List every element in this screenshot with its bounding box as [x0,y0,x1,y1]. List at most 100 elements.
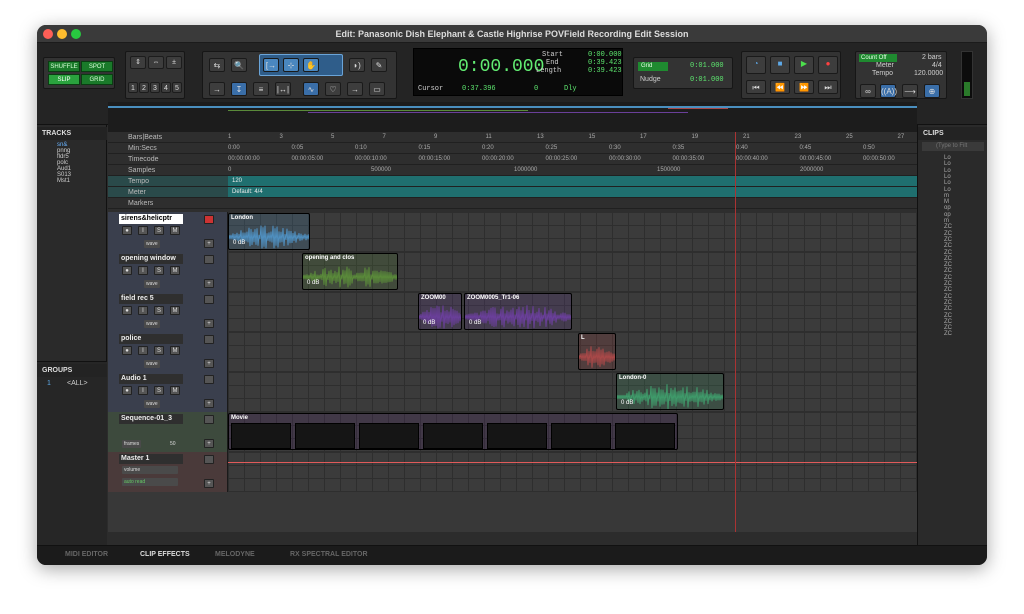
track-record-icon[interactable] [204,455,214,464]
grabber-tool-icon[interactable]: ✋ [303,58,319,72]
track-record-icon[interactable] [204,335,214,344]
link-timeline-icon[interactable]: → [209,82,225,96]
nudge-label[interactable]: Nudge [640,76,661,83]
track-name[interactable]: police [119,334,183,344]
scrubber-tool-icon[interactable]: ◗) [349,58,365,72]
track-view-selector[interactable]: frames [122,440,142,448]
track-view-selector[interactable]: wave [144,240,160,248]
master-volume-line[interactable] [228,462,917,463]
clip-list-item[interactable]: ZC [944,325,952,331]
count-off-label[interactable]: Count Off [859,54,897,62]
rewind-icon[interactable]: ⏪ [770,80,790,94]
bottom-tab[interactable]: RX SPECTRAL EDITOR [290,551,368,558]
mute-button[interactable]: M [170,266,180,275]
audio-clip[interactable]: ZOOM00 0 dB [418,293,462,330]
zoomer-tool-icon[interactable]: 🔍 [231,58,247,72]
play-icon[interactable]: ▶ [794,56,814,74]
zoom-horizontal-button[interactable]: ⇔ [148,56,164,69]
main-counter-value[interactable]: 0:00.000 [458,57,544,77]
link-selection-icon[interactable]: ♡ [325,82,341,96]
clip-list-item[interactable]: ZC [944,237,952,243]
clip-list-item[interactable]: Lo [944,180,951,186]
clip-list-item[interactable]: ZC [944,243,952,249]
loop-icon[interactable]: ∞ [860,84,876,98]
add-track-icon[interactable]: + [204,359,214,368]
clip-list-item[interactable]: op [944,212,951,218]
mute-button[interactable]: M [170,306,180,315]
track-list-item[interactable]: Mst1 [57,178,70,184]
track-name[interactable]: field rec 5 [119,294,183,304]
solo-button[interactable]: S [154,226,164,235]
track-lane[interactable]: London 0 dB [228,212,917,252]
track-record-icon[interactable] [204,375,214,384]
midi-merge-icon[interactable]: ⊕ [924,84,940,98]
add-track-icon[interactable]: + [204,479,214,488]
grid-label[interactable]: Grid [638,62,668,71]
audio-clip[interactable]: opening and clos 0 dB [302,253,398,290]
track-lane[interactable]: Movie [228,412,917,452]
meter-marker[interactable]: Default: 4/4 [232,187,263,198]
automation-follows-icon[interactable]: ∿ [303,82,319,96]
record-enable-button[interactable]: ● [122,386,132,395]
return-to-zero-icon[interactable]: ⏮ [746,80,766,94]
track-name[interactable]: Sequence-01_3 [119,414,183,424]
grid-value[interactable]: 0:01.000 [690,62,724,70]
solo-button[interactable]: S [154,386,164,395]
zoom-preset-button[interactable]: 5 [172,82,182,93]
clip-list-item[interactable]: ZC [944,294,952,300]
universe-overview[interactable] [108,102,917,132]
mute-button[interactable]: M [170,226,180,235]
bottom-tab[interactable]: MELODYNE [215,551,255,558]
clip-gain-value[interactable]: 0 dB [307,280,319,286]
input-monitor-button[interactable]: I [138,226,148,235]
clip-list-item[interactable]: ZC [944,250,952,256]
online-icon[interactable]: ◔ [746,56,766,74]
clip-list-item[interactable]: ZC [944,319,952,325]
input-monitor-button[interactable]: I [138,266,148,275]
clip-list-item[interactable]: ZC [944,287,952,293]
clip-list-item[interactable]: ZC [944,306,952,312]
clip-list-item[interactable]: Lo [944,161,951,167]
track-name[interactable]: sirens&helicptr [119,214,183,224]
go-to-end-icon[interactable]: ⏭ [818,80,838,94]
clip-list-item[interactable]: ZC [944,224,952,230]
playhead-line[interactable] [735,132,736,532]
mirror-midi-icon[interactable]: |↔| [275,82,291,96]
clip-list-item[interactable]: m [944,193,949,199]
audio-clip[interactable]: ZOOM0005_Tr1-06 0 dB [464,293,572,330]
clip-gain-value[interactable]: 0 dB [621,400,633,406]
track-record-icon[interactable] [204,295,214,304]
nudge-value[interactable]: 0:01.000 [690,76,724,84]
track-name[interactable]: Audio 1 [119,374,183,384]
clip-list-item[interactable]: ZC [944,331,952,337]
record-enable-button[interactable]: ● [122,306,132,315]
click-icon[interactable]: ((A)) [880,84,897,98]
zoom-preset-button[interactable]: 4 [161,82,171,93]
tab-to-transients-icon[interactable]: ≡ [253,82,269,96]
track-lane[interactable]: opening and clos 0 dB [228,252,917,292]
clips-panel-header[interactable]: CLIPS [918,127,987,140]
clip-gain-value[interactable]: 0 dB [423,320,435,326]
group-all-item[interactable]: <ALL> [67,380,88,387]
grab-tool-icon[interactable]: ⇆ [209,58,225,72]
record-enable-button[interactable]: ● [122,226,132,235]
trim-tool-icon[interactable]: [→ [263,58,279,72]
clip-list-item[interactable]: Lo [944,174,951,180]
add-track-icon[interactable]: + [204,319,214,328]
clip-list-item[interactable]: ZC [944,268,952,274]
clip-list-item[interactable]: ZC [944,275,952,281]
clip-gain-value[interactable]: 0 dB [233,240,245,246]
clip-list-item[interactable]: ZC [944,231,952,237]
clip-list-item[interactable]: ZC [944,313,952,319]
track-name[interactable]: opening window [119,254,183,264]
track-name[interactable]: Master 1 [119,454,183,464]
clip-list-item[interactable]: ZC [944,281,952,287]
solo-button[interactable]: S [154,306,164,315]
zoom-out-button[interactable]: ± [166,56,182,69]
clip-list-item[interactable]: m [944,218,949,224]
shuffle-mode-button[interactable]: SHUFFLE [48,61,80,72]
track-view-selector[interactable]: wave [144,320,160,328]
stop-icon[interactable]: ■ [770,56,790,74]
clip-list-item[interactable]: ZC [944,256,952,262]
groups-panel-header[interactable]: GROUPS [37,364,107,377]
